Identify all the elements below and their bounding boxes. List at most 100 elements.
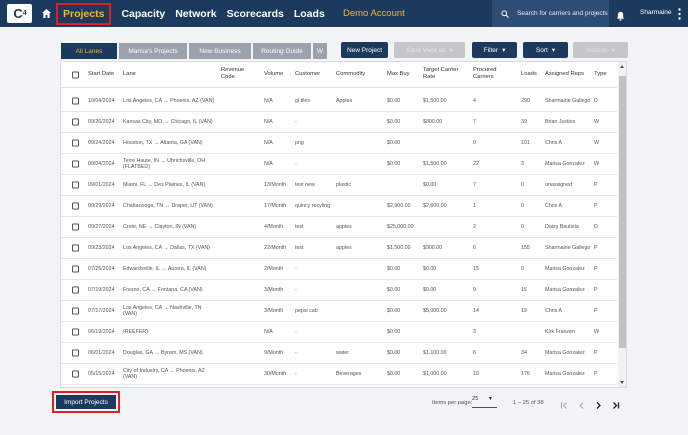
cell-procured-carriers: 14: [473, 307, 479, 314]
col-target-carrier-rate[interactable]: Target Carrier Rate: [423, 67, 461, 81]
col-assigned-reps[interactable]: Assigned Reps: [545, 71, 584, 78]
cell-max-buy: $0.00: [387, 349, 401, 356]
table-row[interactable]: 07/17/2024 Los Angeles, CA → Nashville, T…: [61, 301, 617, 322]
cell-start-date: 07/17/2024: [88, 307, 115, 314]
actions-button[interactable]: Actions ▾: [573, 42, 628, 58]
select-all-checkbox[interactable]: [72, 71, 79, 78]
cell-start-date: 09/29/2024: [88, 202, 115, 209]
col-lane[interactable]: Lane: [123, 71, 136, 78]
cell-procured-carriers: 7: [473, 118, 476, 125]
cell-customer: test: [295, 244, 304, 251]
sort-button[interactable]: Sort ▾: [523, 42, 568, 58]
table-row[interactable]: 09/29/2024 Chattanooga, TN → Draper, UT (…: [61, 196, 617, 217]
col-type[interactable]: Type: [594, 71, 607, 78]
save-view-button[interactable]: Save View as ▾: [394, 42, 465, 58]
prev-page-icon[interactable]: [577, 397, 586, 415]
row-checkbox[interactable]: [72, 349, 79, 357]
table-row[interactable]: 06/19/2024 (REEFER) N/A - $0.00 3 Kirk Franzen…: [61, 322, 617, 343]
chevron-down-icon: ▾: [502, 47, 506, 54]
row-checkbox[interactable]: [72, 97, 79, 105]
cell-max-buy: $0.00: [387, 307, 401, 314]
table-row[interactable]: 09/26/2024 Kansas City, MO → Chicago, IL …: [61, 112, 617, 133]
row-checkbox[interactable]: [72, 370, 79, 378]
col-volume[interactable]: Volume: [264, 71, 283, 78]
cell-loads: 290: [521, 97, 530, 104]
table-row[interactable]: 09/01/2024 Miami, FL → Des Plaines, IL (V…: [61, 175, 617, 196]
nav-capacity[interactable]: Capacity: [121, 8, 165, 20]
home-icon[interactable]: [41, 8, 52, 19]
scrollbar[interactable]: [618, 62, 626, 387]
col-start-date[interactable]: Start Date: [88, 71, 114, 78]
cell-type: P: [594, 349, 598, 356]
first-page-icon[interactable]: [560, 397, 569, 415]
last-page-icon[interactable]: [611, 397, 620, 415]
cell-start-date: 06/19/2024: [88, 328, 115, 335]
table-row[interactable]: 07/25/2024 Edwardsville, IL → Aurora, IL …: [61, 259, 617, 280]
scroll-up-icon[interactable]: [620, 65, 624, 68]
col-procured-carriers[interactable]: Procured Carriers: [473, 67, 505, 81]
cell-loads: 0: [521, 223, 524, 230]
row-checkbox[interactable]: [72, 181, 79, 189]
cell-lane: (REEFER): [123, 328, 149, 335]
col-revenue-code[interactable]: Revenue Code: [221, 67, 249, 81]
cell-start-date: 09/04/2024: [88, 160, 115, 167]
cell-assigned-reps: Chris A: [545, 202, 563, 209]
table-row[interactable]: 06/01/2024 Douglas, GA → Byram, MS (VAN) 9…: [61, 343, 617, 364]
tab-more[interactable]: W: [313, 43, 327, 59]
cell-type: D: [594, 97, 598, 104]
col-customer[interactable]: Customer: [295, 71, 320, 78]
next-page-icon[interactable]: [594, 397, 603, 415]
nav-network[interactable]: Network: [175, 8, 216, 20]
row-checkbox[interactable]: [72, 328, 79, 336]
row-checkbox[interactable]: [72, 244, 79, 252]
cell-max-buy: $0.00: [387, 328, 401, 335]
nav-projects[interactable]: Projects: [56, 2, 112, 25]
search-input[interactable]: Search for carriers and projects: [492, 0, 609, 27]
nav-loads[interactable]: Loads: [294, 8, 325, 20]
row-checkbox[interactable]: [72, 202, 79, 210]
c4-logo[interactable]: C4: [7, 4, 32, 23]
cell-target-carrier-rate: $1,500.00: [423, 97, 447, 104]
table-row[interactable]: 05/15/2024 City of Industry, CA → Phoenix…: [61, 364, 617, 385]
cell-type: P: [594, 244, 598, 251]
row-checkbox[interactable]: [72, 286, 79, 294]
table-row[interactable]: 09/04/2024 Terre Haute, IN → Uhrichsville…: [61, 154, 617, 175]
row-checkbox[interactable]: [72, 307, 79, 315]
cell-type: P: [594, 307, 598, 314]
chevron-down-icon: ▾: [449, 47, 453, 54]
table-row[interactable]: 09/27/2024 Crete, NE → Clayton, IN (VAN) 4…: [61, 217, 617, 238]
tab-routing-guide[interactable]: Routing Guide: [253, 43, 311, 59]
col-commodity[interactable]: Commodity: [336, 71, 365, 78]
more-menu-icon[interactable]: [678, 7, 681, 25]
items-per-page-select[interactable]: 25 ▾: [472, 396, 497, 408]
table-row[interactable]: 09/23/2024 Los Angeles, CA → Dallas, TX (…: [61, 238, 617, 259]
scroll-thumb[interactable]: [619, 76, 626, 348]
cell-volume: 4/Month: [264, 223, 284, 230]
filter-button[interactable]: Filter ▾: [472, 42, 517, 58]
cell-loads: 176: [521, 370, 530, 377]
items-per-page-value: 25: [472, 396, 479, 402]
user-name[interactable]: Sharmaine: [640, 9, 671, 16]
table-row[interactable]: 07/19/2024 Fresno, CA → Fontana, CA (VAN)…: [61, 280, 617, 301]
nav-scorecards[interactable]: Scorecards: [227, 8, 284, 20]
scroll-down-icon[interactable]: [620, 381, 624, 384]
row-checkbox[interactable]: [72, 265, 79, 273]
cell-target-carrier-rate: $800.00: [423, 118, 443, 125]
col-loads[interactable]: Loads: [521, 71, 537, 78]
cell-assigned-reps: Chris A: [545, 139, 563, 146]
import-projects-button[interactable]: Import Projects: [52, 391, 120, 413]
row-checkbox[interactable]: [72, 223, 79, 231]
new-project-button[interactable]: New Project: [341, 42, 388, 58]
table-row[interactable]: 09/24/2024 Houston, TX → Atlanta, GA (VAN…: [61, 133, 617, 154]
cell-volume: 17/Month: [264, 202, 287, 209]
table-row[interactable]: 10/04/2024 Los Angeles, CA → Phoenix, AZ …: [61, 91, 617, 112]
row-checkbox[interactable]: [72, 139, 79, 147]
bell-icon[interactable]: [616, 8, 625, 26]
row-checkbox[interactable]: [72, 160, 79, 168]
row-checkbox[interactable]: [72, 118, 79, 126]
col-max-buy[interactable]: Max Buy: [387, 71, 410, 78]
tab-new-business[interactable]: New Business: [189, 43, 251, 59]
tab-all-lanes[interactable]: All Lanes: [61, 43, 117, 59]
tab-marisas-projects[interactable]: Marisa's Projects: [119, 43, 187, 59]
cell-customer: -: [295, 286, 297, 293]
